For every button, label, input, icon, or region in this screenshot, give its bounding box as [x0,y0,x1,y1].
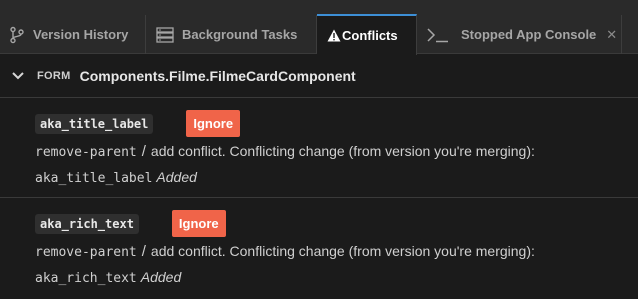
tab-version-history[interactable]: Version History [0,15,146,54]
property-name: aka_title_label [35,113,154,134]
tab-label: Conflicts [342,28,398,43]
conflict-item: aka_rich_text Ignore remove-parent / add c… [0,199,638,299]
change-target: aka_title_label [35,171,153,186]
conflict-header: aka_rich_text Ignore [35,210,226,237]
tab-bar: Version History Background Tasks Conflic… [0,0,638,55]
conflict-change: aka_rich_text Added [35,269,181,286]
branch-icon [9,26,25,44]
terminal-icon [427,27,449,43]
conflict-message: conflict. Conflicting change (from versi… [178,143,535,159]
close-icon[interactable]: ✕ [606,27,617,43]
operation-b: add [150,243,175,259]
conflict-description: remove-parent / add conflict. Conflicting … [35,243,535,260]
chevron-down-icon[interactable] [12,71,26,80]
change-target: aka_rich_text [35,271,137,286]
conflict-item: aka_title_label Ignore remove-parent / add… [0,99,638,198]
conflict-description: remove-parent / add conflict. Conflicting … [35,143,535,160]
tab-label: Version History [33,27,129,42]
tab-label: Background Tasks [182,27,298,42]
ignore-button[interactable]: Ignore [186,110,241,137]
operation-separator: / [141,243,146,260]
operation-a: remove-parent [35,145,137,160]
tab-background-tasks[interactable]: Background Tasks [146,15,317,54]
conflict-header: aka_title_label Ignore [35,110,241,137]
tasks-icon [156,26,174,43]
change-status: Added [140,269,182,285]
property-name: aka_rich_text [35,213,139,234]
tab-stopped-app-console[interactable]: Stopped App Console ✕ [417,15,622,54]
change-status: Added [156,169,197,185]
operation-b: add [150,143,175,159]
ignore-button[interactable]: Ignore [171,210,226,237]
conflict-message: conflict. Conflicting change (from versi… [178,243,535,259]
form-kind-label: FORM [37,69,71,82]
operation-separator: / [141,143,146,160]
conflict-change: aka_title_label Added [35,169,197,186]
tab-label: Stopped App Console [461,27,597,42]
tab-conflicts[interactable]: Conflicts [317,14,417,55]
operation-a: remove-parent [35,245,137,260]
form-header[interactable]: FORM Components.Filme.FilmeCardComponent [0,54,638,98]
warning-icon [327,29,341,42]
form-title: Components.Filme.FilmeCardComponent [79,67,356,84]
